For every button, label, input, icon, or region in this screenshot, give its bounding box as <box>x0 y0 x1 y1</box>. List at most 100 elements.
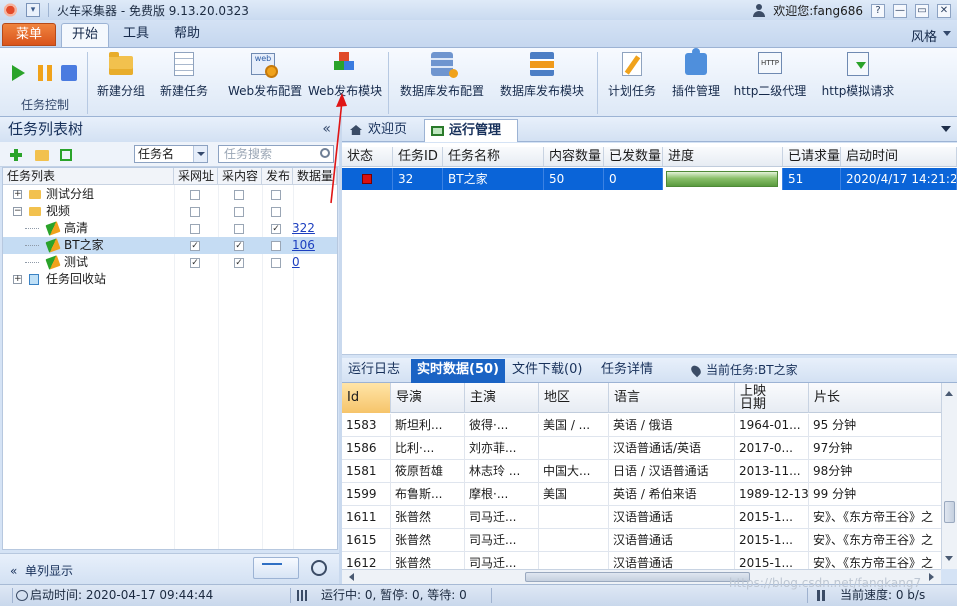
checkbox[interactable] <box>234 190 244 200</box>
single-column-button[interactable]: « 单列显示 <box>10 562 73 579</box>
tab-help[interactable]: 帮助 <box>162 23 212 47</box>
close-button[interactable]: ✕ <box>937 3 951 18</box>
chevron-down-icon[interactable] <box>193 146 207 162</box>
menu-button[interactable]: 菜单 <box>2 23 56 46</box>
scroll-up-icon[interactable] <box>945 387 953 396</box>
tabs-dropdown-icon[interactable] <box>941 126 951 137</box>
add-icon[interactable] <box>10 149 22 161</box>
col-cast[interactable]: 主演 <box>465 383 539 413</box>
checkbox[interactable] <box>234 207 244 217</box>
col-start-time[interactable]: 启动时间 <box>841 147 957 166</box>
expand-all-icon[interactable] <box>60 149 72 161</box>
http-proxy-button[interactable]: HTTP http二级代理 <box>732 52 808 102</box>
style-chevron-down-icon[interactable] <box>943 31 951 40</box>
web-publish-module-button[interactable]: Web发布模块 <box>308 52 382 102</box>
checkbox[interactable] <box>271 258 281 268</box>
tab-run-manage[interactable]: 运行管理 <box>424 119 518 142</box>
scroll-left-icon[interactable] <box>345 573 354 581</box>
search-icon[interactable] <box>320 148 330 158</box>
col-release-date[interactable]: 上映日期 <box>735 383 809 413</box>
table-row[interactable]: 32 BT之家 50 0 51 2020/4/17 14:21:27 <box>342 168 957 190</box>
checkbox[interactable]: ✓ <box>190 241 200 251</box>
task-search-input[interactable]: 任务搜索 <box>218 145 334 163</box>
tab-start[interactable]: 开始 <box>61 23 109 47</box>
data-count-link[interactable]: 0 <box>292 254 300 271</box>
checkbox[interactable]: ✓ <box>190 258 200 268</box>
checkbox[interactable]: ✓ <box>271 224 281 234</box>
col-published-count[interactable]: 已发数量 <box>604 147 663 166</box>
collapse-icon[interactable]: − <box>13 207 22 216</box>
tab-file-download[interactable]: 文件下载(0) <box>512 359 582 383</box>
expand-icon[interactable]: + <box>13 275 22 284</box>
search-field-select[interactable]: 任务名 <box>134 145 208 163</box>
col-data-count[interactable]: 数据量 <box>293 168 337 185</box>
col-duration[interactable]: 片长 <box>809 383 942 413</box>
list-item[interactable]: 测试 ✓ ✓ 0 <box>3 254 337 271</box>
col-task-id[interactable]: 任务ID <box>393 147 443 166</box>
clock-icon[interactable] <box>311 560 327 576</box>
plugin-manage-button[interactable]: 插件管理 <box>669 48 723 102</box>
minimize-button[interactable]: — <box>893 3 907 18</box>
col-task-name[interactable]: 任务名称 <box>443 147 544 166</box>
help-window-button[interactable]: ? <box>871 3 885 18</box>
checkbox[interactable] <box>271 241 281 251</box>
col-publish[interactable]: 发布 <box>262 168 293 185</box>
col-director[interactable]: 导演 <box>391 383 465 413</box>
col-collect-url[interactable]: 采网址 <box>174 168 218 185</box>
tab-task-details[interactable]: 任务详情 <box>601 359 653 383</box>
table-row[interactable]: 1586 比利·... 刘亦菲... 汉语普通话/英语 2017-0... 97分钟 <box>342 437 942 460</box>
list-item[interactable]: BT之家 ✓ ✓ 106 <box>3 237 337 254</box>
http-simulate-button[interactable]: http模拟请求 <box>820 52 896 102</box>
new-group-button[interactable]: 新建分组 <box>95 52 147 102</box>
col-language[interactable]: 语言 <box>609 383 735 413</box>
quick-access-icon[interactable]: ▾ <box>26 3 40 17</box>
table-row[interactable]: 1599 布鲁斯... 摩根·... 美国 英语 / 希伯来语 1989-12-13 99 … <box>342 483 942 506</box>
maximize-button[interactable]: ▭ <box>915 3 929 18</box>
table-row[interactable]: 1612 张普然 司马迁... 汉语普通话 2015-1... 安》、《东方帝王谷》之 <box>342 552 942 569</box>
tab-tools[interactable]: 工具 <box>113 23 159 47</box>
col-id[interactable]: Id <box>342 383 391 413</box>
checkbox[interactable] <box>271 207 281 217</box>
list-item[interactable]: + 测试分组 <box>3 186 337 203</box>
vertical-scroll-thumb[interactable] <box>944 501 955 523</box>
col-task-list[interactable]: 任务列表 <box>3 168 174 185</box>
list-item[interactable]: 高清 ✓ 322 <box>3 220 337 237</box>
folder-icon[interactable] <box>35 150 49 161</box>
horizontal-scroll-thumb[interactable] <box>525 572 750 582</box>
db-publish-module-button[interactable]: 数据库发布模块 <box>498 52 586 102</box>
col-status[interactable]: 状态 <box>342 147 393 166</box>
db-publish-config-button[interactable]: 数据库发布配置 <box>398 52 486 102</box>
list-item[interactable]: + 任务回收站 <box>3 271 337 288</box>
checkbox[interactable] <box>190 224 200 234</box>
scroll-down-icon[interactable] <box>945 556 953 565</box>
style-menu[interactable]: 风格 <box>911 26 937 45</box>
data-count-link[interactable]: 322 <box>292 220 315 237</box>
checkbox[interactable]: ✓ <box>234 241 244 251</box>
checkbox[interactable] <box>234 224 244 234</box>
checkbox[interactable]: ✓ <box>234 258 244 268</box>
table-row[interactable]: 1615 张普然 司马迁... 汉语普通话 2015-1... 安》、《东方帝王谷》之 <box>342 529 942 552</box>
web-publish-config-button[interactable]: web Web发布配置 <box>228 52 302 102</box>
table-row[interactable]: 1583 斯坦利... 彼得·... 美国 / ... 英语 / 俄语 1964-01..… <box>342 414 942 437</box>
col-content-count[interactable]: 内容数量 <box>544 147 604 166</box>
col-region[interactable]: 地区 <box>539 383 609 413</box>
vertical-scrollbar[interactable] <box>941 383 957 569</box>
table-row[interactable]: 1611 张普然 司马迁... 汉语普通话 2015-1... 安》、《东方帝王谷》之 <box>342 506 942 529</box>
new-task-button[interactable]: 新建任务 <box>158 52 210 102</box>
checkbox[interactable] <box>190 190 200 200</box>
scroll-right-icon[interactable] <box>929 573 938 581</box>
col-progress[interactable]: 进度 <box>663 147 783 166</box>
col-requested[interactable]: 已请求量 <box>783 147 841 166</box>
data-count-link[interactable]: 106 <box>292 237 315 254</box>
table-row[interactable]: 1581 筱原哲雄 林志玲 ... 中国大... 日语 / 汉语普通话 2013-11..… <box>342 460 942 483</box>
checkbox[interactable] <box>271 190 281 200</box>
checkbox[interactable] <box>190 207 200 217</box>
expand-icon[interactable]: + <box>13 190 22 199</box>
collapse-panel-button[interactable]: « <box>322 117 331 141</box>
list-item[interactable]: − 视频 <box>3 203 337 220</box>
col-collect-content[interactable]: 采内容 <box>218 168 262 185</box>
org-chart-dropdown-button[interactable] <box>253 557 299 579</box>
tab-run-log[interactable]: 运行日志 <box>348 359 400 383</box>
tab-realtime-data[interactable]: 实时数据(50) <box>411 359 505 383</box>
scheduled-task-button[interactable]: 计划任务 <box>606 52 658 102</box>
